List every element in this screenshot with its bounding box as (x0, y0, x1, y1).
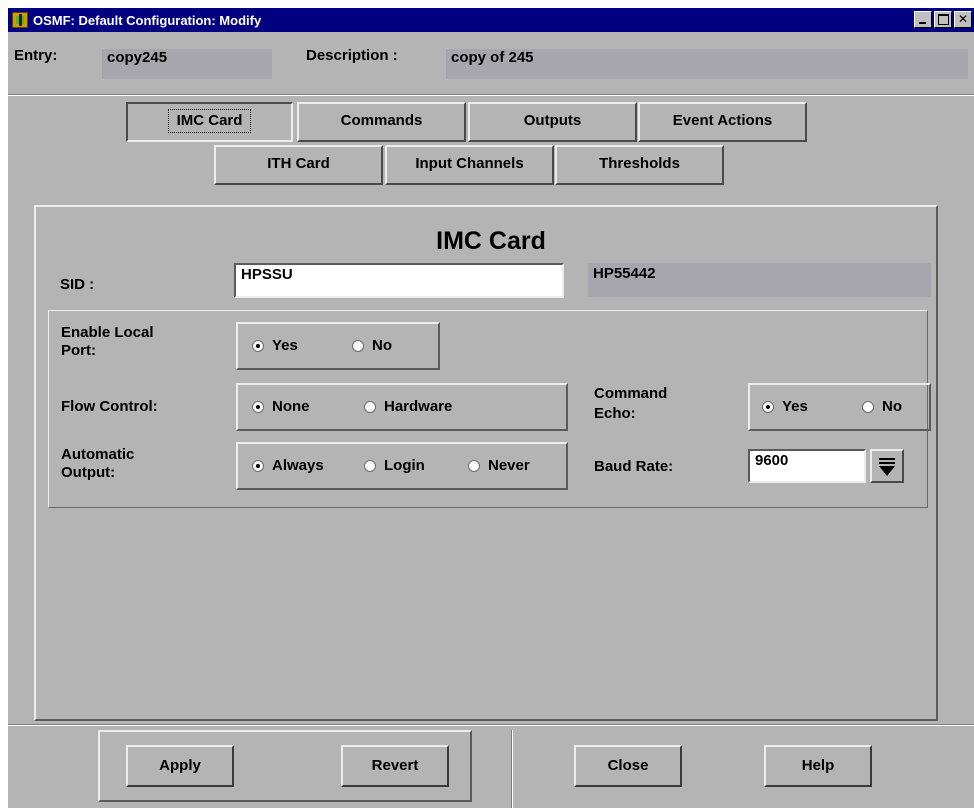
panel-title: IMC Card (436, 227, 546, 255)
description-label: Description : (306, 47, 398, 64)
sid-info: HP55442 (588, 263, 931, 297)
description-value: copy of 245 (446, 49, 968, 79)
enable-local-port-label: Enable Local Port: (61, 324, 154, 360)
tab-ith-card[interactable]: ITH Card (214, 145, 383, 185)
tab-label: Thresholds (599, 155, 680, 172)
command-echo-group: Yes No (748, 383, 931, 431)
tab-commands[interactable]: Commands (297, 102, 466, 142)
radio-output-never[interactable]: Never (468, 457, 530, 474)
main-window: OSMF: Default Configuration: Modify ✕ En… (8, 8, 974, 808)
radio-indicator (862, 400, 874, 413)
radio-label: Hardware (384, 398, 453, 415)
radio-label: No (882, 398, 902, 415)
radio-local-port-yes[interactable]: Yes (252, 337, 298, 354)
app-icon (12, 12, 28, 28)
radio-indicator (364, 400, 376, 413)
radio-indicator (468, 459, 480, 472)
help-button[interactable]: Help (764, 745, 872, 787)
automatic-output-label: Automatic Output: (61, 446, 134, 482)
tab-imc-card[interactable]: IMC Card (126, 102, 293, 142)
radio-flow-hardware[interactable]: Hardware (364, 398, 452, 415)
revert-button[interactable]: Revert (341, 745, 449, 787)
chevron-down-icon (879, 466, 895, 476)
tab-label: Input Channels (415, 155, 524, 172)
radio-label: Login (384, 457, 425, 474)
label-line: Automatic (61, 446, 135, 463)
automatic-output-group: Always Login Never (236, 442, 568, 490)
flow-control-group: None Hardware (236, 383, 568, 431)
label-line: Output: (61, 464, 116, 481)
radio-echo-yes[interactable]: Yes (762, 398, 808, 415)
maximize-icon[interactable] (934, 11, 952, 28)
enable-local-port-group: Yes No (236, 322, 440, 370)
tab-event-actions[interactable]: Event Actions (638, 102, 807, 142)
entry-value: copy245 (102, 49, 272, 79)
radio-indicator (252, 459, 264, 472)
radio-label: Yes (272, 337, 298, 354)
window-title: OSMF: Default Configuration: Modify (33, 12, 262, 28)
radio-flow-none[interactable]: None (252, 398, 310, 415)
radio-echo-no[interactable]: No (862, 398, 902, 415)
radio-indicator (252, 400, 264, 413)
tab-label: IMC Card (167, 109, 252, 133)
radio-indicator (352, 339, 364, 352)
close-icon[interactable]: ✕ (954, 11, 972, 28)
dropdown-line (879, 458, 895, 460)
tab-label: Commands (340, 112, 423, 129)
tab-label: Event Actions (672, 112, 773, 129)
radio-output-always[interactable]: Always (252, 457, 324, 474)
tab-label: ITH Card (267, 155, 330, 172)
label-line: Enable Local (61, 324, 154, 341)
radio-label: No (372, 337, 392, 354)
tab-label: Outputs (523, 112, 582, 129)
flow-control-label: Flow Control: (61, 398, 158, 415)
tab-thresholds[interactable]: Thresholds (555, 145, 724, 185)
baud-rate-dropdown-button[interactable] (870, 449, 904, 483)
minimize-icon[interactable] (914, 11, 932, 28)
label-line: Command (594, 385, 668, 402)
label-line: Port: (61, 342, 96, 359)
close-button[interactable]: Close (574, 745, 682, 787)
window-controls: ✕ (912, 11, 972, 28)
baud-rate-input[interactable]: 9600 (748, 449, 866, 483)
label-line: Echo: (594, 405, 636, 422)
radio-label: Yes (782, 398, 808, 415)
radio-indicator (252, 339, 264, 352)
radio-label: Always (272, 457, 324, 474)
tab-input-channels[interactable]: Input Channels (385, 145, 554, 185)
dropdown-line (879, 462, 895, 464)
header-divider (8, 94, 974, 96)
baud-rate-label: Baud Rate: (594, 458, 674, 475)
footer-divider (8, 724, 974, 726)
apply-button[interactable]: Apply (126, 745, 234, 787)
radio-local-port-no[interactable]: No (352, 337, 392, 354)
sid-input[interactable]: HPSSU (234, 263, 564, 298)
sid-label: SID : (60, 276, 95, 293)
radio-label: None (272, 398, 310, 415)
footer-separator (511, 730, 513, 808)
title-bar[interactable]: OSMF: Default Configuration: Modify ✕ (8, 8, 974, 32)
tab-outputs[interactable]: Outputs (468, 102, 637, 142)
radio-indicator (762, 400, 774, 413)
entry-label: Entry: (14, 47, 58, 64)
radio-indicator (364, 459, 376, 472)
command-echo-label: Command Echo: (594, 384, 667, 424)
radio-output-login[interactable]: Login (364, 457, 425, 474)
radio-label: Never (488, 457, 530, 474)
